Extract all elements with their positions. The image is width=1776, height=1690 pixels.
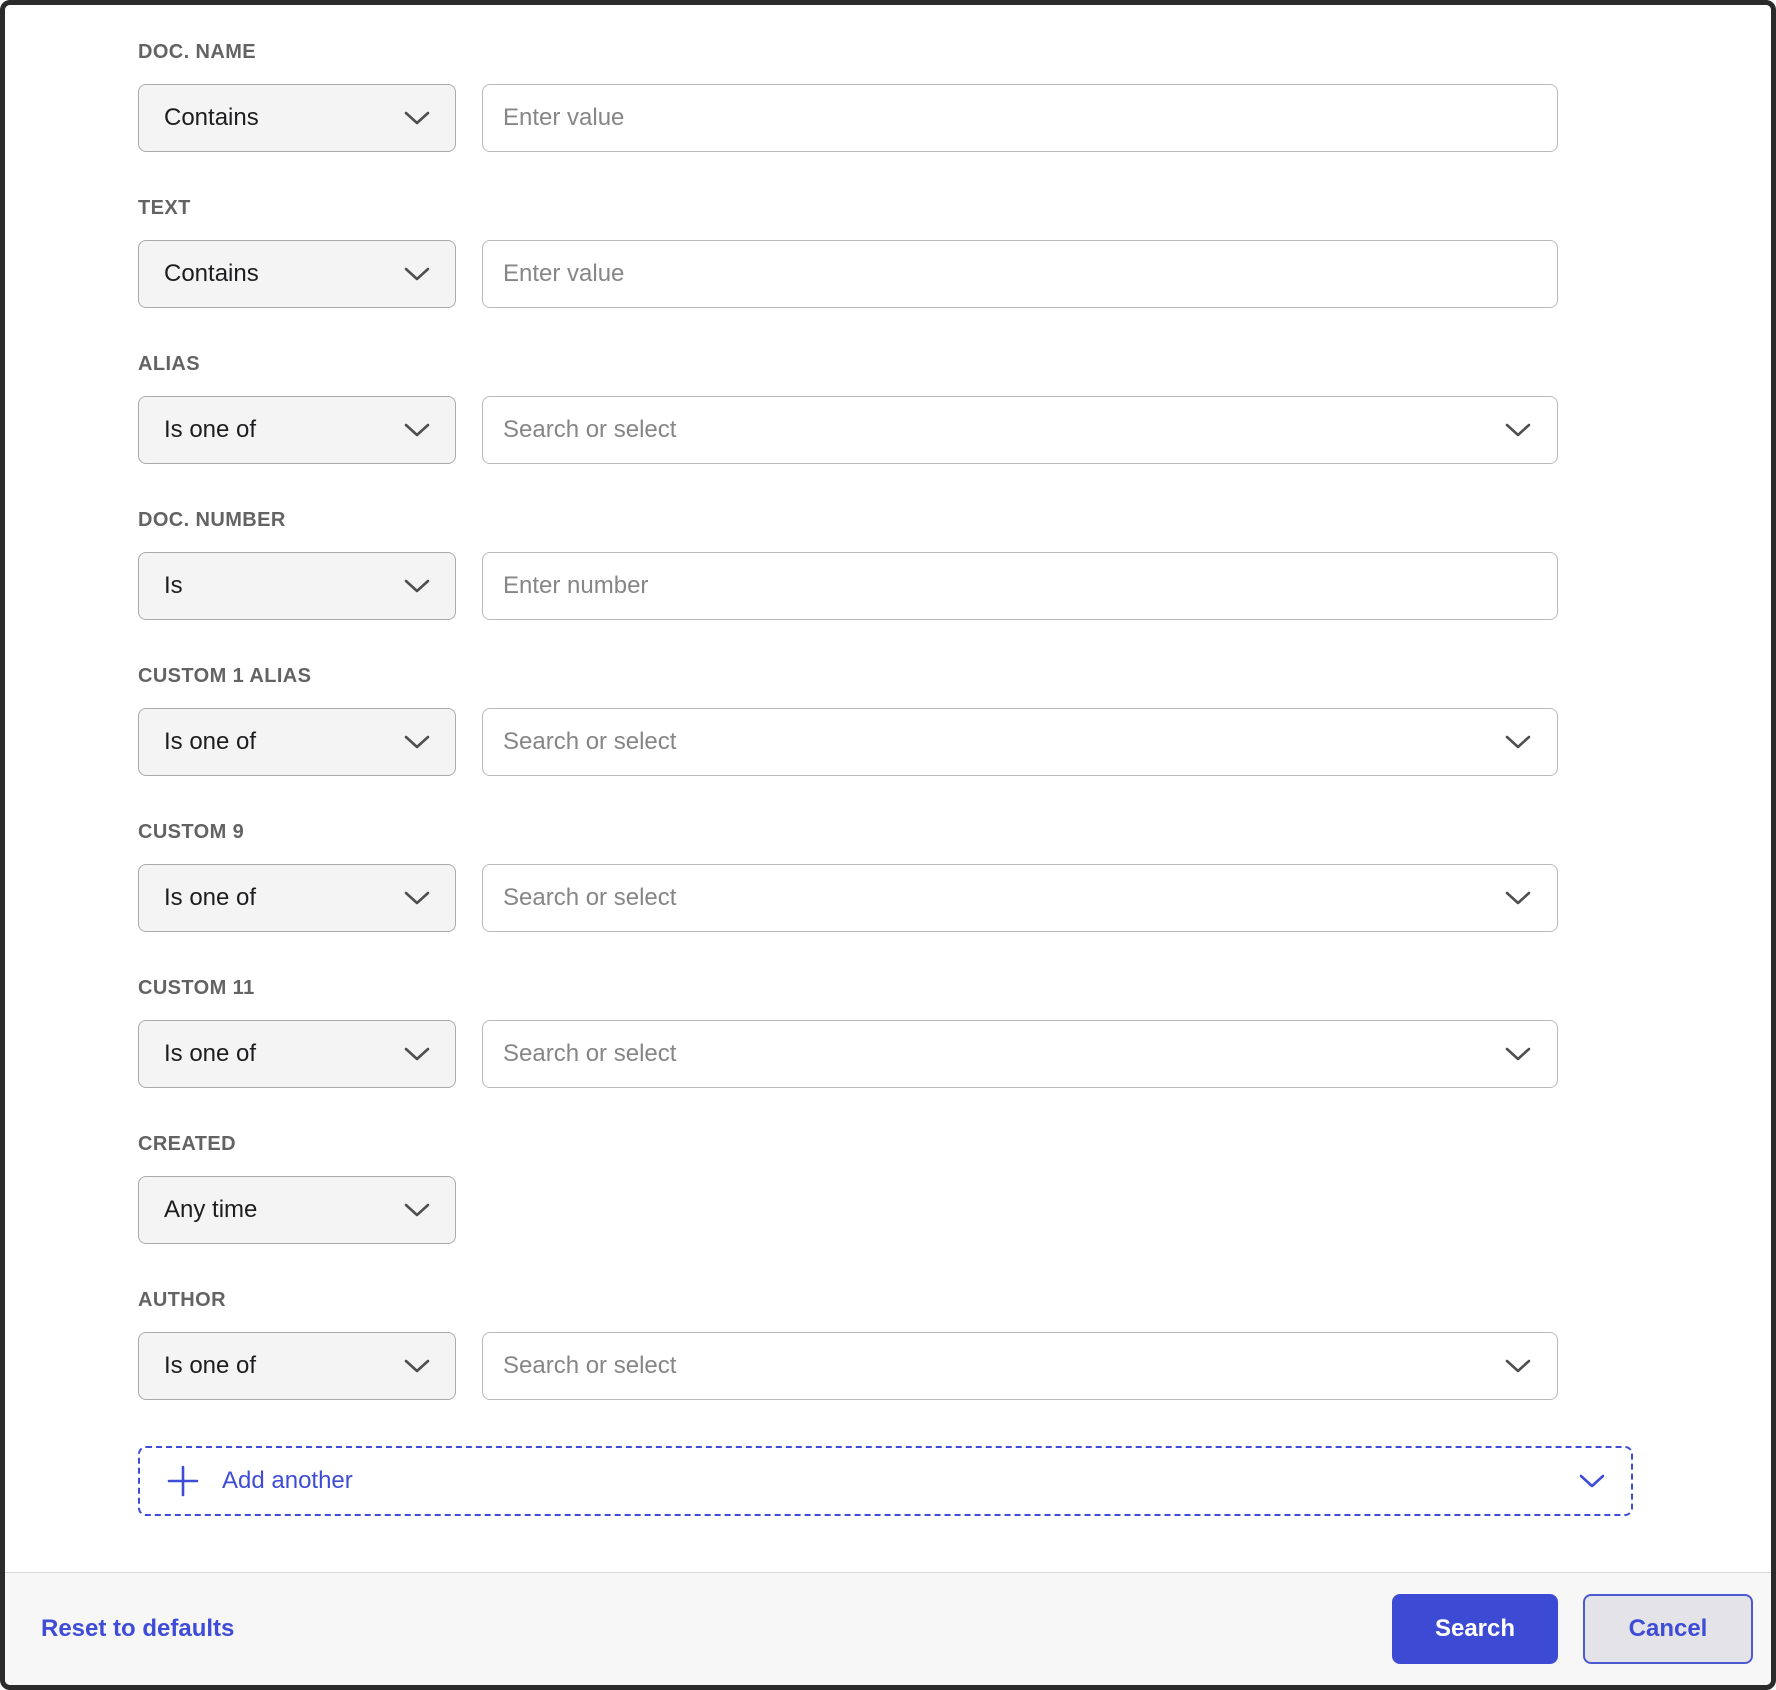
chevron-down-icon: [404, 111, 430, 125]
chevron-down-icon: [404, 735, 430, 749]
chevron-down-icon[interactable]: [1579, 1474, 1605, 1488]
operator-value: Contains: [164, 260, 259, 287]
operator-value: Any time: [164, 1196, 258, 1223]
operator-value: Contains: [164, 104, 259, 131]
plus-icon: [167, 1465, 199, 1497]
field-label-doc-number: DOC. NUMBER: [138, 509, 286, 531]
field-label-custom-1-alias: CUSTOM 1 ALIAS: [138, 665, 312, 687]
author-operator-select[interactable]: Is one of: [138, 1332, 456, 1400]
chevron-down-icon: [404, 1203, 430, 1217]
select-placeholder: Search or select: [503, 728, 677, 755]
filter-row-text: TEXT Contains: [138, 198, 1771, 308]
custom-1-alias-operator-select[interactable]: Is one of: [138, 708, 456, 776]
doc-name-value-input[interactable]: [482, 84, 1558, 152]
field-label-custom-11: CUSTOM 11: [138, 977, 255, 999]
doc-number-operator-select[interactable]: Is: [138, 552, 456, 620]
operator-value: Is one of: [164, 728, 257, 755]
reset-to-defaults-link[interactable]: Reset to defaults: [41, 1615, 234, 1643]
add-another-button[interactable]: Add another: [138, 1446, 1633, 1516]
field-label-author: AUTHOR: [138, 1289, 226, 1311]
chevron-down-icon: [404, 1359, 430, 1373]
chevron-down-icon: [404, 267, 430, 281]
dialog-footer: Reset to defaults Search Cancel: [5, 1572, 1771, 1685]
custom-1-alias-value-select[interactable]: Search or select: [482, 708, 1558, 776]
operator-value: Is: [164, 572, 183, 599]
select-placeholder: Search or select: [503, 1040, 677, 1067]
chevron-down-icon: [1505, 891, 1531, 905]
field-label-doc-name: DOC. NAME: [138, 41, 257, 63]
alias-value-select[interactable]: Search or select: [482, 396, 1558, 464]
text-value-input[interactable]: [482, 240, 1558, 308]
field-label-text: TEXT: [138, 197, 191, 219]
field-label-custom-9: CUSTOM 9: [138, 821, 245, 843]
select-placeholder: Search or select: [503, 884, 677, 911]
field-label-alias: ALIAS: [138, 353, 200, 375]
chevron-down-icon: [404, 1047, 430, 1061]
operator-value: Is one of: [164, 416, 257, 443]
doc-name-operator-select[interactable]: Contains: [138, 84, 456, 152]
chevron-down-icon: [404, 423, 430, 437]
text-operator-select[interactable]: Contains: [138, 240, 456, 308]
chevron-down-icon: [1505, 1359, 1531, 1373]
filter-row-doc-name: DOC. NAME Contains: [138, 42, 1771, 152]
filter-row-alias: ALIAS Is one of Search or select: [138, 354, 1771, 464]
chevron-down-icon: [404, 579, 430, 593]
custom-9-value-select[interactable]: Search or select: [482, 864, 1558, 932]
custom-9-operator-select[interactable]: Is one of: [138, 864, 456, 932]
cancel-button[interactable]: Cancel: [1583, 1594, 1753, 1664]
filter-row-author: AUTHOR Is one of Search or select: [138, 1290, 1771, 1400]
filter-row-custom-9: CUSTOM 9 Is one of Search or select: [138, 822, 1771, 932]
doc-number-value-input[interactable]: [482, 552, 1558, 620]
select-placeholder: Search or select: [503, 416, 677, 443]
operator-value: Is one of: [164, 884, 257, 911]
add-another-label: Add another: [222, 1467, 353, 1494]
advanced-search-panel: DOC. NAME Contains TEXT Contains: [0, 0, 1776, 1690]
created-operator-select[interactable]: Any time: [138, 1176, 456, 1244]
select-placeholder: Search or select: [503, 1352, 677, 1379]
operator-value: Is one of: [164, 1352, 257, 1379]
chevron-down-icon: [1505, 423, 1531, 437]
chevron-down-icon: [1505, 1047, 1531, 1061]
filter-row-custom-1-alias: CUSTOM 1 ALIAS Is one of Search or selec…: [138, 666, 1771, 776]
operator-value: Is one of: [164, 1040, 257, 1067]
chevron-down-icon: [404, 891, 430, 905]
field-label-created: CREATED: [138, 1133, 236, 1155]
alias-operator-select[interactable]: Is one of: [138, 396, 456, 464]
filter-row-custom-11: CUSTOM 11 Is one of Search or select: [138, 978, 1771, 1088]
author-value-select[interactable]: Search or select: [482, 1332, 1558, 1400]
filter-row-doc-number: DOC. NUMBER Is: [138, 510, 1771, 620]
chevron-down-icon: [1505, 735, 1531, 749]
search-button[interactable]: Search: [1392, 1594, 1558, 1664]
custom-11-operator-select[interactable]: Is one of: [138, 1020, 456, 1088]
filter-row-created: CREATED Any time: [138, 1134, 1771, 1244]
filters-area: DOC. NAME Contains TEXT Contains: [5, 5, 1771, 1572]
custom-11-value-select[interactable]: Search or select: [482, 1020, 1558, 1088]
